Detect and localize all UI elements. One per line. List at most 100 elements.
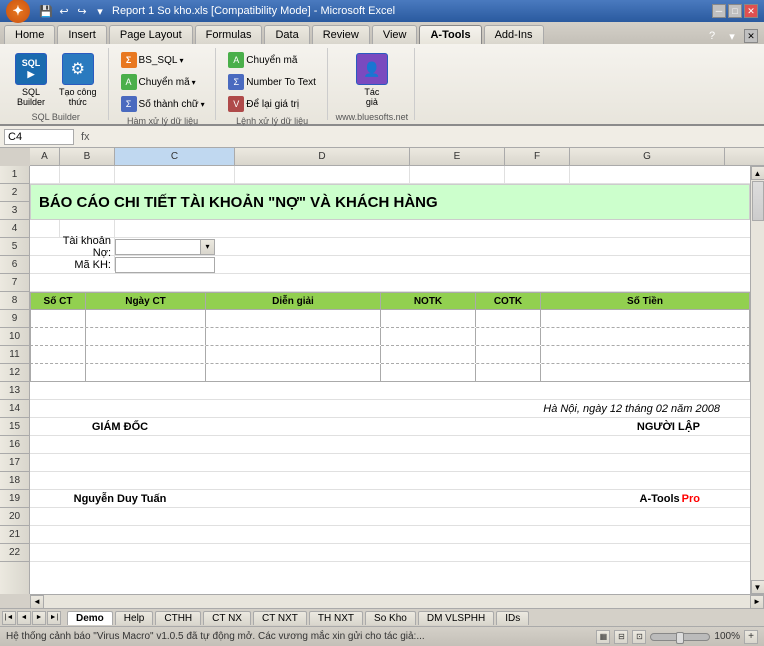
tab-insert[interactable]: Insert: [57, 25, 107, 44]
data-cell-10-3[interactable]: [206, 346, 381, 363]
scroll-track[interactable]: [751, 180, 764, 580]
data-cell-10-5[interactable]: [476, 346, 541, 363]
sheet-nav-next[interactable]: ►: [32, 611, 46, 625]
row-header-22[interactable]: 22: [0, 544, 29, 562]
data-cell-9-4[interactable]: [381, 328, 476, 345]
data-cell-8-5[interactable]: [476, 310, 541, 327]
data-cell-8-3[interactable]: [206, 310, 381, 327]
chuyen-ma-1-button[interactable]: A Chuyển mã ▾: [117, 72, 200, 92]
close-button[interactable]: ✕: [744, 4, 758, 18]
office-logo[interactable]: ✦: [6, 0, 30, 23]
view-page-button[interactable]: ⊡: [632, 630, 646, 644]
cell-d1[interactable]: [235, 166, 410, 183]
col-header-c[interactable]: C: [115, 148, 235, 165]
tab-review[interactable]: Review: [312, 25, 370, 44]
sheet-tab-demo[interactable]: Demo: [67, 611, 113, 625]
sql-builder-button[interactable]: SQL▶ SQLBuilder: [10, 50, 52, 110]
col-header-b[interactable]: B: [60, 148, 115, 165]
data-cell-10-6[interactable]: [541, 346, 749, 363]
row-header-20[interactable]: 20: [0, 508, 29, 526]
chuyen-ma-2-button[interactable]: A Chuyển mã: [224, 50, 301, 70]
zoom-in-button[interactable]: +: [744, 630, 758, 644]
data-cell-11-4[interactable]: [381, 364, 476, 381]
tab-page-layout[interactable]: Page Layout: [109, 25, 193, 44]
redo-button[interactable]: ↪: [74, 3, 90, 19]
number-to-text-button[interactable]: Σ Number To Text: [224, 72, 320, 92]
data-cell-8-6[interactable]: [541, 310, 749, 327]
vertical-scrollbar[interactable]: ▲ ▼: [750, 166, 764, 594]
row-header-17[interactable]: 17: [0, 454, 29, 472]
data-cell-9-6[interactable]: [541, 328, 749, 345]
tac-gia-button[interactable]: 👤 Tácgiả: [351, 50, 393, 110]
data-cell-8-2[interactable]: [86, 310, 206, 327]
row-header-2[interactable]: 2: [0, 184, 29, 202]
save-button[interactable]: 💾: [38, 3, 54, 19]
formula-input[interactable]: [97, 131, 760, 143]
data-cell-8-4[interactable]: [381, 310, 476, 327]
data-cell-10-1[interactable]: [31, 346, 86, 363]
data-cell-11-6[interactable]: [541, 364, 749, 381]
data-cell-11-1[interactable]: [31, 364, 86, 381]
sheet-tab-ct-nx[interactable]: CT NX: [203, 611, 251, 625]
data-cell-11-5[interactable]: [476, 364, 541, 381]
row-header-9[interactable]: 9: [0, 310, 29, 328]
restore-button[interactable]: □: [728, 4, 742, 18]
row-header-15[interactable]: 15: [0, 418, 29, 436]
col-header-a[interactable]: A: [30, 148, 60, 165]
scroll-right-button[interactable]: ►: [750, 595, 764, 609]
row-header-8[interactable]: 8: [0, 292, 29, 310]
sheet-tab-ct-nxt[interactable]: CT NXT: [253, 611, 307, 625]
sheet-nav-last[interactable]: ►|: [47, 611, 61, 625]
undo-button[interactable]: ↩: [56, 3, 72, 19]
data-cell-9-2[interactable]: [86, 328, 206, 345]
cell-a1[interactable]: [30, 166, 60, 183]
row-header-1[interactable]: 1: [0, 166, 29, 184]
col-header-e[interactable]: E: [410, 148, 505, 165]
tab-data[interactable]: Data: [264, 25, 309, 44]
row-header-12[interactable]: 12: [0, 364, 29, 382]
tao-cong-thuc-button[interactable]: ⚙ Tạo côngthức: [54, 50, 102, 110]
scroll-left-button[interactable]: ◄: [30, 595, 44, 609]
scroll-up-button[interactable]: ▲: [751, 166, 764, 180]
row-header-14[interactable]: 14: [0, 400, 29, 418]
row-header-10[interactable]: 10: [0, 328, 29, 346]
row-header-18[interactable]: 18: [0, 472, 29, 490]
row-header-5[interactable]: 5: [0, 238, 29, 256]
data-cell-9-1[interactable]: [31, 328, 86, 345]
cell-e1[interactable]: [410, 166, 505, 183]
row-header-16[interactable]: 16: [0, 436, 29, 454]
ribbon-minimize-button[interactable]: ▾: [724, 28, 740, 44]
scroll-thumb[interactable]: [752, 181, 764, 221]
data-cell-9-3[interactable]: [206, 328, 381, 345]
name-box[interactable]: [4, 129, 74, 145]
ribbon-close-button[interactable]: ✕: [744, 29, 758, 43]
tab-formulas[interactable]: Formulas: [195, 25, 263, 44]
row-header-3[interactable]: 3: [0, 202, 29, 220]
cell-a3[interactable]: [30, 220, 60, 237]
bs-sql-button[interactable]: Σ BS_SQL ▾: [117, 50, 188, 70]
zoom-slider[interactable]: [650, 633, 710, 641]
cell-rest-3[interactable]: [115, 220, 750, 237]
data-cell-11-2[interactable]: [86, 364, 206, 381]
sheet-nav-prev[interactable]: ◄: [17, 611, 31, 625]
help-button[interactable]: ?: [704, 28, 720, 44]
cell-b1[interactable]: [60, 166, 115, 183]
cell-g1[interactable]: [570, 166, 725, 183]
dropdown-button[interactable]: ▾: [92, 3, 108, 19]
fx-button[interactable]: fx: [78, 131, 93, 143]
cell-f1[interactable]: [505, 166, 570, 183]
tab-atools[interactable]: A-Tools: [419, 25, 481, 44]
col-header-f[interactable]: F: [505, 148, 570, 165]
sheet-tab-th-nxt[interactable]: TH NXT: [309, 611, 363, 625]
row-header-11[interactable]: 11: [0, 346, 29, 364]
minimize-button[interactable]: ─: [712, 4, 726, 18]
tab-home[interactable]: Home: [4, 25, 55, 44]
row-header-7[interactable]: 7: [0, 274, 29, 292]
sheet-tab-dm-vlsphh[interactable]: DM VLSPHH: [418, 611, 494, 625]
data-cell-11-3[interactable]: [206, 364, 381, 381]
scroll-down-button[interactable]: ▼: [751, 580, 764, 594]
row-header-13[interactable]: 13: [0, 382, 29, 400]
view-layout-button[interactable]: ⊟: [614, 630, 628, 644]
zoom-thumb[interactable]: [676, 632, 684, 644]
row-header-21[interactable]: 21: [0, 526, 29, 544]
